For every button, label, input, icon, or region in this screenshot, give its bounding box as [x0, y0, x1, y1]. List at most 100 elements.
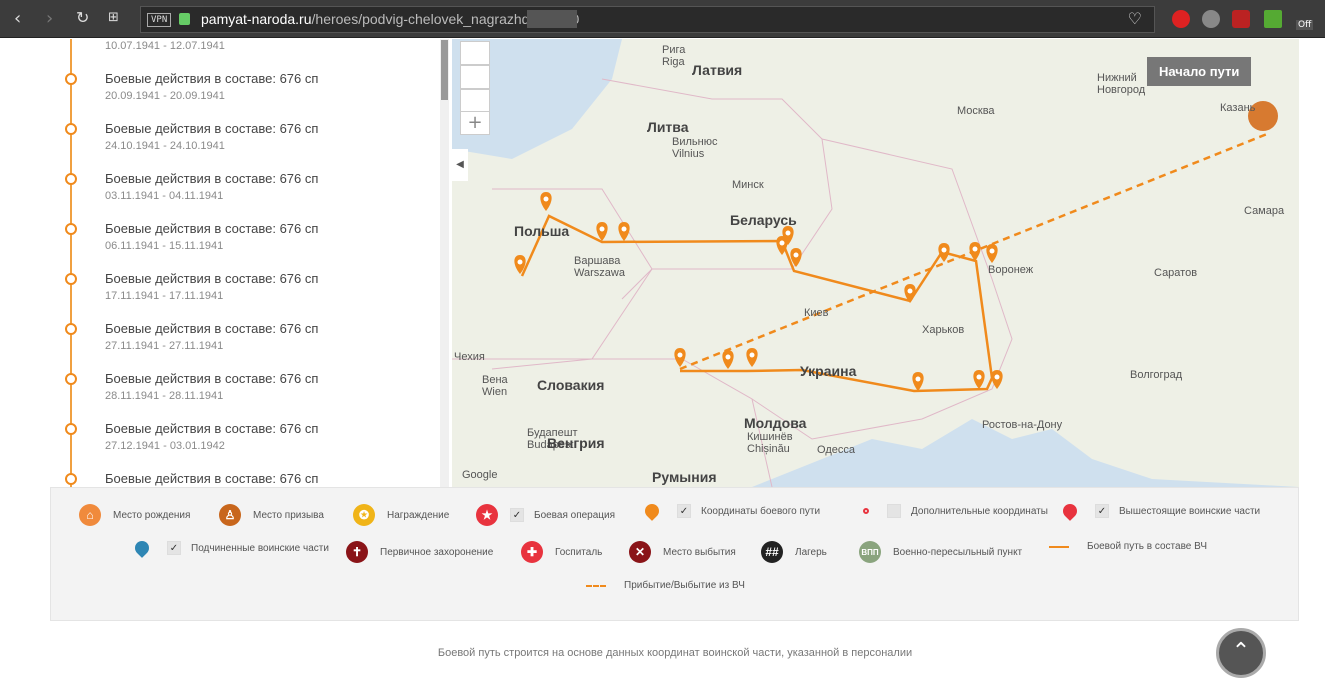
map-label-kazan: Казань: [1220, 102, 1256, 114]
reload-button[interactable]: ↻: [76, 8, 89, 27]
legend-checkbox[interactable]: ✓: [510, 508, 524, 522]
legend-checkbox[interactable]: [887, 504, 901, 518]
legend-small-dot-icon: [863, 508, 869, 514]
route-marker-dot: [725, 354, 731, 360]
legend-label: Вышестоящие воинские части: [1119, 505, 1261, 517]
map-label-latvia: Латвия: [692, 62, 743, 78]
url-domain: pamyat-naroda.ru: [201, 11, 312, 27]
globe-extension-icon[interactable]: [1202, 10, 1220, 28]
map-control-1[interactable]: [460, 41, 490, 65]
legend-item: ✪ Награждение: [353, 504, 449, 526]
bookmark-heart-icon[interactable]: ♡: [1128, 9, 1142, 28]
timeline-dot: [65, 473, 77, 485]
route-marker-dot: [779, 240, 785, 246]
route-marker-dot: [677, 352, 683, 358]
timeline-item-label: Боевые действия в составе: 676 сп: [105, 271, 319, 286]
timeline-item-label: Боевые действия в составе: 676 сп: [105, 171, 319, 186]
forward-button[interactable]: ›: [46, 8, 53, 29]
map-label-vilnius: Вильнюс Vilnius: [672, 136, 718, 160]
map-label-warsaw: Варшава Warszawa: [574, 255, 625, 279]
map-label-hungary: Венгрия: [547, 435, 605, 451]
timeline-item-date: 17.11.1941 - 17.11.1941: [105, 290, 224, 302]
timeline-item-date: 28.11.1941 - 28.11.1941: [105, 390, 224, 402]
legend-icon: ⌂: [79, 504, 101, 526]
legend-item[interactable]: ✓ Координаты боевого пути: [641, 501, 820, 521]
url-text[interactable]: pamyat-naroda.ru/heroes/podvig-chelovek_…: [201, 11, 579, 27]
legend-label: Награждение: [387, 509, 450, 521]
timeline-item-label: Боевые действия в составе: 676 сп: [105, 71, 319, 86]
scroll-to-top-button[interactable]: ⌃: [1216, 628, 1266, 678]
map-label-slovakia: Словакия: [537, 377, 605, 393]
download-extension-icon[interactable]: [1264, 10, 1282, 28]
timeline-scroll-thumb[interactable]: [441, 40, 448, 100]
route-marker-dot: [915, 376, 921, 382]
legend-icon: ✚: [521, 541, 543, 563]
collapse-panel-button[interactable]: ◀: [452, 149, 468, 181]
route-marker-dot: [994, 374, 1000, 380]
pdf-extension-icon[interactable]: [1232, 10, 1250, 28]
legend-item[interactable]: ✓ Подчиненные воинские части: [131, 538, 329, 558]
map-label-minsk: Минск: [732, 179, 764, 191]
footer-note: Боевой путь строится на основе данных ко…: [437, 647, 913, 659]
legend-item[interactable]: ★ ✓ Боевая операция: [476, 504, 615, 526]
legend-checkbox[interactable]: ✓: [167, 541, 181, 555]
legend-checkbox[interactable]: ✓: [677, 504, 691, 518]
map-control-3[interactable]: [460, 89, 490, 113]
legend-icon: ##: [761, 541, 783, 563]
legend-item: ✚ Госпиталь: [521, 541, 602, 563]
timeline-scrollbar[interactable]: [440, 39, 449, 487]
back-button[interactable]: ‹: [14, 8, 21, 29]
legend-label: Место выбытия: [663, 546, 736, 558]
legend-icon: ВПП: [859, 541, 881, 563]
legend-item[interactable]: ✓ Вышестоящие воинские части: [1059, 501, 1261, 521]
combat-route: [520, 214, 994, 393]
legend-pin-icon: [642, 501, 662, 521]
legend-item: Боевой путь в составе ВЧ: [1049, 541, 1207, 552]
vpn-badge[interactable]: VPN: [147, 13, 172, 27]
adblock-extension-icon[interactable]: [1172, 10, 1190, 28]
url-redacted: [527, 10, 577, 28]
legend-label: Военно-пересыльный пункт: [893, 546, 1023, 558]
timeline-dot: [65, 173, 77, 185]
timeline-dot: [65, 73, 77, 85]
timeline-item-label: Боевые действия в составе: 676 сп: [105, 421, 319, 436]
legend-line-icon: [586, 584, 606, 587]
route-marker-dot: [621, 226, 627, 232]
route-marker-dot: [907, 288, 913, 294]
vpp-badge: ВПП: [861, 547, 879, 557]
timeline-item[interactable]: Боевые действия в составе: 676 сп: [50, 471, 440, 487]
map-label-kishinev: Кишинёв Chișinău: [747, 431, 793, 455]
timeline-item-date: 03.11.1941 - 04.11.1941: [105, 190, 224, 202]
extension-off-badge[interactable]: Off: [1296, 20, 1314, 30]
map-control-2[interactable]: [460, 65, 490, 89]
map-label-rostov: Ростов-на-Дону: [982, 419, 1063, 431]
timeline-dot: [65, 223, 77, 235]
timeline-dot: [65, 273, 77, 285]
timeline-item-label: Боевые действия в составе: 676 сп: [105, 121, 319, 136]
legend-checkbox[interactable]: ✓: [1095, 504, 1109, 518]
map-label-ukraine: Украина: [800, 363, 857, 379]
tabs-grid-icon[interactable]: ⊞: [108, 10, 119, 25]
map-label-belarus: Беларусь: [730, 212, 797, 228]
address-bar[interactable]: VPN pamyat-naroda.ru/heroes/podvig-chelo…: [140, 6, 1155, 33]
zoom-in-button[interactable]: +: [460, 111, 490, 135]
map-label-google: Google: [462, 469, 498, 481]
browser-toolbar: ‹ › ↻ ⊞ VPN pamyat-naroda.ru/heroes/podv…: [0, 0, 1325, 38]
map[interactable]: + ◀ Начало пути Рига Riga Латвия Литва Виль…: [452, 39, 1299, 487]
legend-item: ВПП Военно-пересыльный пункт: [859, 541, 1022, 563]
legend-icon: ✪: [353, 504, 375, 526]
map-label-volgograd: Волгоград: [1130, 369, 1183, 381]
timeline-dot: [65, 423, 77, 435]
map-label-riga: Рига Riga: [662, 44, 686, 68]
legend-label: Первичное захоронение: [380, 546, 494, 558]
legend-item: ♙ Место призыва: [219, 504, 324, 526]
timeline-item-date: 10.07.1941 - 12.07.1941: [105, 40, 225, 52]
legend-icon: ★: [476, 504, 498, 526]
legend-item[interactable]: Дополнительные координаты: [863, 504, 1048, 518]
route-marker-dot: [976, 374, 982, 380]
timeline-item-label: Боевые действия в составе: 676 сп: [105, 321, 319, 336]
timeline-item-date: 27.12.1941 - 03.01.1942: [105, 440, 225, 452]
route-marker-dot: [599, 226, 605, 232]
legend-label: Прибытие/Выбытие из ВЧ: [624, 580, 745, 591]
route-marker-dot: [749, 352, 755, 358]
